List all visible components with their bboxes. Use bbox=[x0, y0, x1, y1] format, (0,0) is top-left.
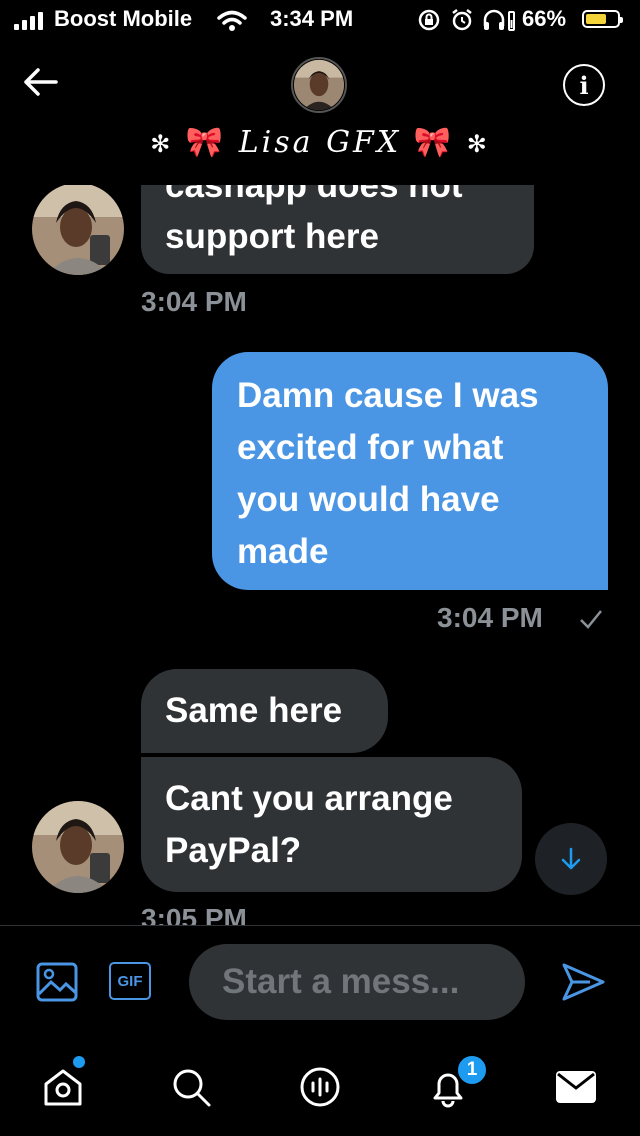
message-input[interactable]: Start a mess... bbox=[189, 944, 525, 1020]
alarm-icon bbox=[452, 9, 472, 31]
message-text-line: you would have bbox=[237, 480, 500, 519]
home-tab-icon[interactable] bbox=[42, 1066, 84, 1108]
contact-name: Lisa GFX bbox=[238, 125, 402, 160]
message-text-line: Damn cause I was bbox=[237, 376, 539, 415]
bow-emoji-right: 🎀 bbox=[413, 125, 455, 160]
status-bar: Boost Mobile 3:34 PM 66% bbox=[0, 0, 640, 40]
battery-percent: 66% bbox=[522, 6, 567, 31]
message-bubble-incoming[interactable]: Same here bbox=[141, 669, 388, 753]
message-text-line: Cant you arrange bbox=[165, 779, 453, 818]
status-time: 3:34 PM bbox=[270, 6, 354, 31]
search-tab-icon[interactable] bbox=[170, 1066, 212, 1108]
message-timestamp: 3:05 PM bbox=[141, 903, 247, 925]
spaces-tab-icon[interactable] bbox=[299, 1066, 341, 1108]
carrier-label: Boost Mobile bbox=[54, 6, 193, 31]
sender-avatar[interactable] bbox=[32, 183, 124, 275]
image-icon[interactable] bbox=[36, 962, 78, 1002]
read-checkmark-icon bbox=[580, 610, 602, 629]
message-bubble-incoming[interactable]: Cant you arrange PayPal? bbox=[141, 757, 522, 892]
messages-tab-icon[interactable] bbox=[554, 1066, 598, 1108]
notifications-badge: 1 bbox=[456, 1054, 488, 1086]
battery-icon bbox=[582, 10, 623, 28]
message-text-line: support here bbox=[165, 217, 379, 256]
message-timestamp: 3:04 PM bbox=[437, 602, 543, 633]
headphones-icon bbox=[483, 9, 515, 31]
back-arrow-icon[interactable] bbox=[20, 62, 60, 102]
arrow-down-icon bbox=[561, 847, 581, 870]
contact-avatar[interactable] bbox=[291, 57, 347, 113]
info-button[interactable]: i bbox=[563, 64, 605, 106]
scroll-to-bottom-button[interactable] bbox=[535, 823, 607, 895]
name-decoration-right: ✻ bbox=[466, 130, 490, 158]
message-composer: GIF Start a mess... bbox=[0, 925, 640, 1036]
gif-button[interactable]: GIF bbox=[109, 962, 151, 1000]
conversation-header: i ✻ 🎀 Lisa GFX 🎀 ✻ bbox=[0, 40, 640, 185]
message-text: Same here bbox=[165, 691, 343, 730]
signal-strength-icon bbox=[14, 12, 43, 30]
message-text-line: PayPal? bbox=[165, 831, 302, 870]
sender-avatar[interactable] bbox=[32, 801, 124, 893]
message-bubble-outgoing[interactable]: Damn cause I was excited for what you wo… bbox=[212, 352, 608, 590]
message-timestamp-clip: 3:05 PM bbox=[141, 903, 247, 925]
battery-fill bbox=[586, 14, 606, 24]
bottom-tab-bar: 1 bbox=[0, 1036, 640, 1136]
home-new-dot bbox=[73, 1056, 85, 1068]
bow-emoji-left: 🎀 bbox=[185, 125, 227, 160]
rotation-lock-icon bbox=[418, 9, 440, 31]
message-text-line: made bbox=[237, 532, 329, 571]
message-text-line: excited for what bbox=[237, 428, 504, 467]
send-icon[interactable] bbox=[560, 962, 606, 1002]
name-decoration-left: ✻ bbox=[150, 130, 174, 158]
wifi-icon bbox=[217, 10, 247, 31]
message-timestamp: 3:04 PM bbox=[141, 286, 247, 317]
contact-name-row[interactable]: ✻ 🎀 Lisa GFX 🎀 ✻ bbox=[0, 125, 640, 160]
